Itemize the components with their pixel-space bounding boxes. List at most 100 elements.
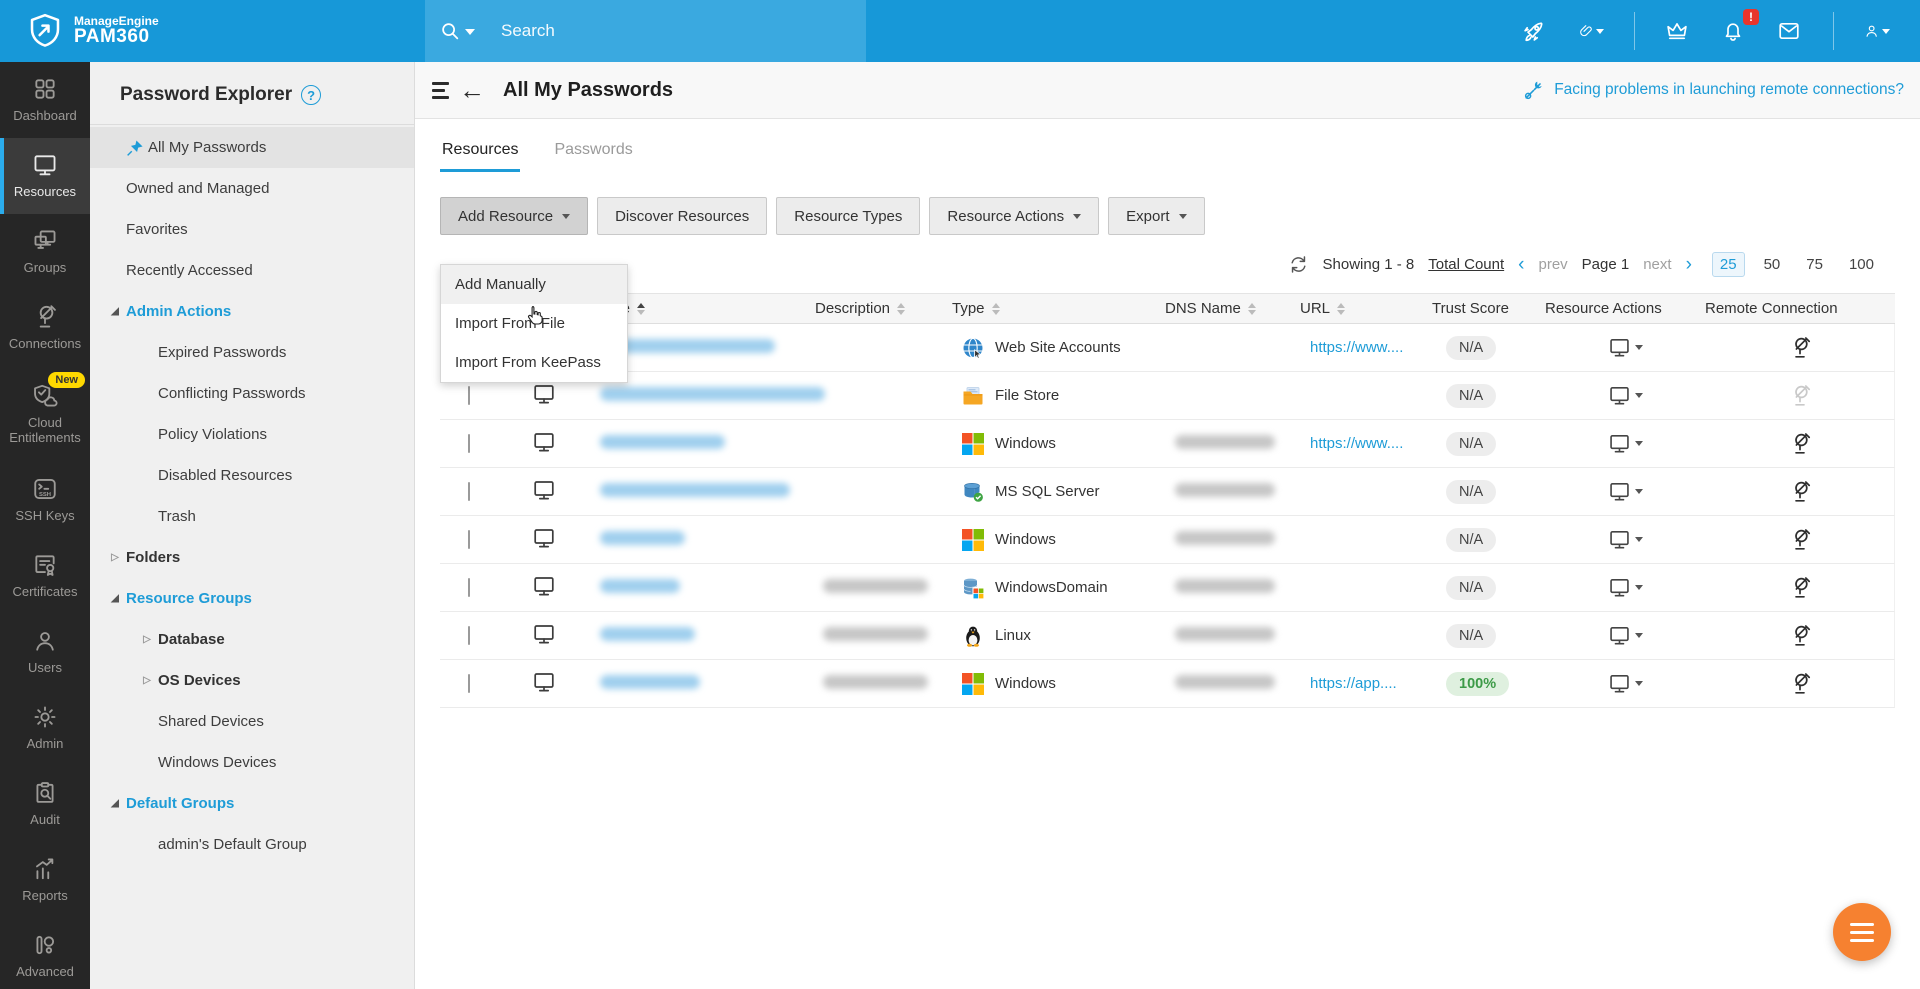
- remote-connection-icon[interactable]: [1705, 336, 1895, 360]
- resource-url-link[interactable]: https://www....: [1310, 339, 1403, 356]
- sidebar-item-audit[interactable]: Audit: [0, 766, 90, 842]
- remote-connection-icon[interactable]: [1705, 432, 1895, 456]
- remote-connection-icon[interactable]: [1705, 576, 1895, 600]
- resource-actions-menu[interactable]: [1545, 432, 1705, 455]
- global-search[interactable]: [425, 0, 866, 62]
- tree-item-expired-passwords[interactable]: ▷Expired Passwords: [90, 332, 414, 373]
- row-checkbox[interactable]: [468, 626, 470, 645]
- tree-item-disabled-resources[interactable]: ▷Disabled Resources: [90, 455, 414, 496]
- column-header-dns-name[interactable]: DNS Name: [1165, 300, 1300, 317]
- bell-icon[interactable]: !: [1721, 18, 1747, 44]
- help-icon[interactable]: ?: [301, 85, 321, 105]
- resource-actions-menu[interactable]: [1545, 576, 1705, 599]
- resource-actions-menu[interactable]: [1545, 672, 1705, 695]
- tree-expanded-icon[interactable]: ◢: [108, 306, 122, 317]
- page-size-100[interactable]: 100: [1842, 253, 1881, 276]
- tree-item-resource-groups[interactable]: ◢Resource Groups: [90, 578, 414, 619]
- row-checkbox[interactable]: [468, 578, 470, 597]
- redacted-resource-name[interactable]: [600, 387, 825, 401]
- brand-logo[interactable]: ManageEngine PAM360: [0, 0, 425, 62]
- sort-icon[interactable]: [637, 303, 645, 315]
- export-button[interactable]: Export: [1108, 197, 1204, 235]
- row-checkbox[interactable]: [468, 674, 470, 693]
- tree-item-trash[interactable]: ▷Trash: [90, 496, 414, 537]
- row-checkbox[interactable]: [468, 434, 470, 453]
- sidebar-item-reports[interactable]: Reports: [0, 842, 90, 918]
- tree-item-owned-and-managed[interactable]: ▷Owned and Managed: [90, 168, 414, 209]
- remote-connection-icon[interactable]: [1705, 480, 1895, 504]
- tree-item-folders[interactable]: ▷Folders: [90, 537, 414, 578]
- resource-actions-menu[interactable]: [1545, 336, 1705, 359]
- sidebar-item-certificates[interactable]: Certificates: [0, 538, 90, 614]
- sidebar-item-resources[interactable]: Resources: [0, 138, 90, 214]
- sidebar-item-users[interactable]: Users: [0, 614, 90, 690]
- tree-expanded-icon[interactable]: ◢: [108, 798, 122, 809]
- sidebar-item-groups[interactable]: Groups: [0, 214, 90, 290]
- row-checkbox[interactable]: [468, 482, 470, 501]
- tree-item-windows-devices[interactable]: ▷Windows Devices: [90, 742, 414, 783]
- tree-item-database[interactable]: ▷Database: [90, 619, 414, 660]
- tree-item-shared-devices[interactable]: ▷Shared Devices: [90, 701, 414, 742]
- tree-item-recently-accessed[interactable]: ▷Recently Accessed: [90, 250, 414, 291]
- resource-url-link[interactable]: https://app....: [1310, 675, 1397, 692]
- page-size-25[interactable]: 25: [1712, 252, 1745, 277]
- sidebar-item-ssh-keys[interactable]: SSHSSH Keys: [0, 462, 90, 538]
- crown-icon[interactable]: [1665, 18, 1691, 44]
- resource-url-link[interactable]: https://www....: [1310, 435, 1403, 452]
- row-checkbox[interactable]: [468, 386, 470, 405]
- search-scope-caret-icon[interactable]: [465, 29, 475, 35]
- resource-actions-menu[interactable]: [1545, 528, 1705, 551]
- user-icon[interactable]: [1864, 18, 1890, 44]
- redacted-resource-name[interactable]: [600, 435, 725, 449]
- tree-item-all-my-passwords[interactable]: ▷All My Passwords: [90, 127, 414, 168]
- sort-icon[interactable]: [897, 303, 905, 315]
- redacted-resource-name[interactable]: [600, 579, 680, 593]
- column-header-type[interactable]: Type: [952, 300, 1165, 317]
- tree-expanded-icon[interactable]: ◢: [108, 593, 122, 604]
- resource-actions-menu[interactable]: [1545, 384, 1705, 407]
- sidebar-item-dashboard[interactable]: Dashboard: [0, 62, 90, 138]
- column-header-url[interactable]: URL: [1300, 300, 1432, 317]
- menu-item-add-manually[interactable]: Add Manually: [441, 265, 627, 304]
- tree-item-admin-actions[interactable]: ◢Admin Actions: [90, 291, 414, 332]
- sidebar-item-connections[interactable]: Connections: [0, 290, 90, 366]
- sort-icon[interactable]: [1337, 303, 1345, 315]
- prev-label[interactable]: prev: [1538, 256, 1567, 273]
- redacted-resource-name[interactable]: [600, 531, 685, 545]
- discover-resources-button[interactable]: Discover Resources: [597, 197, 767, 235]
- resource-types-button[interactable]: Resource Types: [776, 197, 920, 235]
- tree-collapsed-icon[interactable]: ▷: [108, 552, 122, 563]
- column-header-description[interactable]: Description: [815, 300, 952, 317]
- tab-passwords[interactable]: Passwords: [552, 133, 634, 172]
- resource-actions-button[interactable]: Resource Actions: [929, 197, 1099, 235]
- remote-connection-icon[interactable]: [1705, 624, 1895, 648]
- total-count-link[interactable]: Total Count: [1428, 256, 1504, 273]
- row-checkbox[interactable]: [468, 530, 470, 549]
- tab-resources[interactable]: Resources: [440, 133, 520, 172]
- page-size-75[interactable]: 75: [1799, 253, 1830, 276]
- prev-arrow[interactable]: ‹: [1518, 255, 1524, 274]
- sort-icon[interactable]: [1248, 303, 1256, 315]
- redacted-resource-name[interactable]: [600, 675, 700, 689]
- tree-item-admin-s-default-group[interactable]: ▷admin's Default Group: [90, 824, 414, 865]
- add-resource-button[interactable]: Add Resource: [440, 197, 588, 235]
- tree-item-favorites[interactable]: ▷Favorites: [90, 209, 414, 250]
- sort-icon[interactable]: [992, 303, 1000, 315]
- mail-icon[interactable]: [1777, 18, 1803, 44]
- remote-connection-help-link[interactable]: Facing problems in launching remote conn…: [1523, 79, 1904, 101]
- tree-item-policy-violations[interactable]: ▷Policy Violations: [90, 414, 414, 455]
- floating-action-button[interactable]: [1833, 903, 1891, 961]
- back-arrow-icon[interactable]: ←: [459, 77, 485, 103]
- tree-item-os-devices[interactable]: ▷OS Devices: [90, 660, 414, 701]
- resource-actions-menu[interactable]: [1545, 480, 1705, 503]
- tree-collapsed-icon[interactable]: ▷: [140, 675, 154, 686]
- menu-item-import-from-keepass[interactable]: Import From KeePass: [441, 343, 627, 382]
- link-icon[interactable]: [1578, 18, 1604, 44]
- next-label[interactable]: next: [1643, 256, 1671, 273]
- next-arrow[interactable]: ›: [1686, 255, 1692, 274]
- collapse-menu-icon[interactable]: [432, 82, 449, 99]
- sidebar-item-admin[interactable]: Admin: [0, 690, 90, 766]
- refresh-icon[interactable]: [1288, 254, 1309, 275]
- tree-collapsed-icon[interactable]: ▷: [140, 634, 154, 645]
- remote-connection-icon[interactable]: [1705, 528, 1895, 552]
